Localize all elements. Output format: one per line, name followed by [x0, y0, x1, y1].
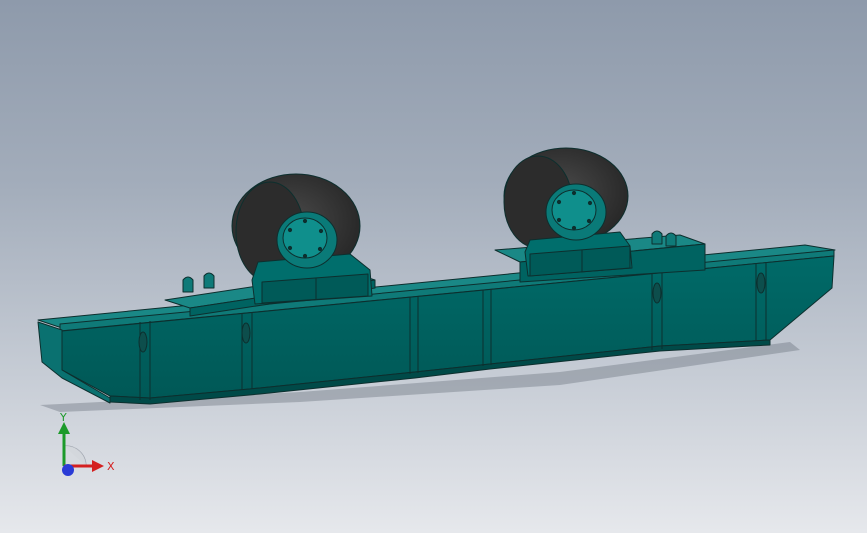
right-roller-assembly[interactable]	[494, 147, 706, 283]
cad-graphics-viewport[interactable]: Y X	[0, 0, 867, 533]
z-axis-icon	[62, 464, 74, 476]
left-lug-a	[182, 276, 194, 293]
left-roller-assembly[interactable]	[164, 173, 376, 317]
x-axis-arrow-icon	[92, 460, 104, 472]
right-lug-a	[651, 230, 663, 245]
lug-slot-1	[138, 331, 148, 353]
left-bearing-cap	[282, 217, 328, 259]
base-frame[interactable]	[37, 244, 836, 405]
lug-slot-4	[756, 272, 766, 294]
triad-plane	[64, 445, 87, 466]
welding-roller-model[interactable]	[0, 0, 867, 533]
x-axis-label: X	[107, 460, 115, 473]
lug-slot-3	[652, 282, 662, 304]
right-bearing-cap	[551, 189, 597, 231]
view-orientation-triad[interactable]: Y X	[44, 412, 124, 482]
right-lug-b	[665, 232, 677, 247]
frame-front-face	[61, 255, 835, 399]
y-axis-label: Y	[59, 412, 67, 424]
lug-slot-2	[241, 322, 251, 344]
left-lug-b	[203, 272, 215, 289]
